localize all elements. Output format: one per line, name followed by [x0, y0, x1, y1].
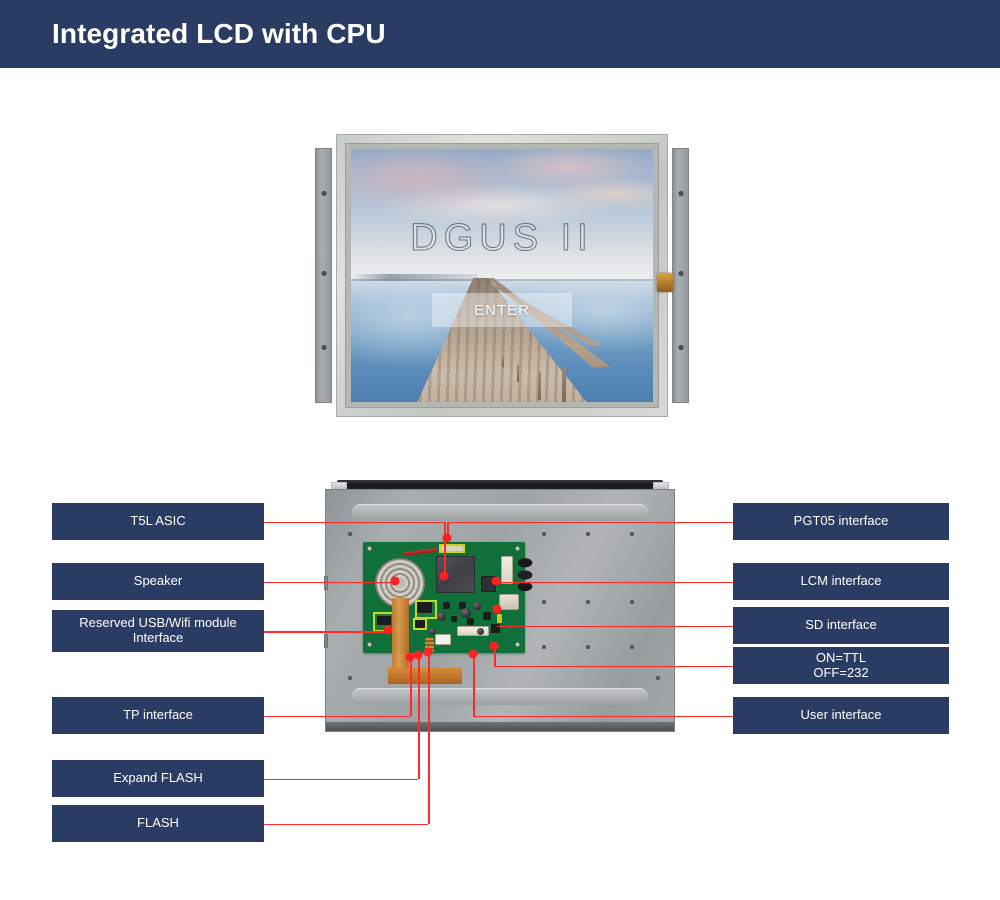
- callout-endpoint-sd-interface: [492, 604, 502, 614]
- leader-line-usb-wifi: [264, 631, 388, 633]
- screw-hole-icon: [586, 600, 590, 604]
- callout-endpoint-flash: [423, 647, 433, 657]
- screw-hole-icon: [542, 600, 546, 604]
- leader-line-t5l-asic: [264, 521, 444, 524]
- enter-button[interactable]: ENTER: [432, 293, 572, 328]
- leader-line-sd-interface: [497, 625, 733, 628]
- screw-hole-icon: [348, 532, 352, 536]
- pcb-mount-hole: [515, 546, 520, 551]
- callout-endpoint-speaker: [390, 576, 400, 586]
- flex-cable: [392, 598, 409, 676]
- splash-title: DGUS II: [410, 217, 594, 260]
- callout-endpoint-lcm-interface: [491, 576, 501, 586]
- callout-label-expand-flash[interactable]: Expand FLASH: [52, 760, 264, 797]
- callout-endpoint-ttl-232-switch: [489, 641, 499, 651]
- screw-hole-icon: [542, 645, 546, 649]
- capacitor: [437, 612, 446, 621]
- leader-line-flash: [428, 652, 430, 824]
- page-header: Integrated LCD with CPU: [0, 0, 1000, 68]
- smd-chip: [467, 618, 474, 625]
- leader-line-ttl-232-switch: [494, 665, 733, 668]
- flex-cable-bottom: [388, 668, 462, 684]
- leader-line-expand-flash: [418, 655, 420, 779]
- smd-chip: [483, 612, 491, 620]
- screw-hole-icon: [348, 676, 352, 680]
- screw-hole-icon: [678, 271, 683, 276]
- capacitor: [477, 628, 484, 635]
- callout-label-lcm-interface[interactable]: LCM interface: [733, 563, 949, 600]
- callout-label-usb-wifi[interactable]: Reserved USB/Wifi module Interface: [52, 610, 264, 652]
- callout-endpoint-pgt05-interface: [442, 533, 452, 543]
- screw-hole-icon: [630, 645, 634, 649]
- wallpaper-sky: [351, 149, 653, 281]
- screw-hole-icon: [321, 271, 326, 276]
- screw-hole-icon: [656, 676, 660, 680]
- page-title: Integrated LCD with CPU: [52, 18, 386, 49]
- callout-endpoint-expand-flash: [413, 650, 423, 660]
- callout-label-speaker[interactable]: Speaker: [52, 563, 264, 600]
- screw-hole-icon: [586, 532, 590, 536]
- screw-hole-icon: [586, 645, 590, 649]
- lcd-screen: DGUS II ENTER: [351, 149, 653, 402]
- callout-label-t5l-asic[interactable]: T5L ASIC: [52, 503, 264, 540]
- screw-hole-icon: [542, 532, 546, 536]
- smd-chip: [451, 616, 457, 622]
- capacitor: [429, 628, 436, 635]
- aux-connector: [435, 634, 451, 645]
- jumper-switch[interactable]: [497, 614, 502, 623]
- leader-line-t5l-asic: [444, 521, 446, 576]
- callout-label-tp-interface[interactable]: TP interface: [52, 697, 264, 734]
- lcd-module-back: [324, 480, 675, 745]
- leader-line-user-interface: [473, 654, 475, 716]
- leader-line-lcm-interface: [496, 581, 733, 584]
- leader-line-flash: [264, 823, 428, 826]
- sd-connector: [499, 594, 519, 610]
- mounting-ear-left: [315, 148, 332, 403]
- screw-hole-icon: [321, 345, 326, 350]
- lcd-module-front: DGUS II ENTER: [315, 134, 689, 417]
- user-connector: [457, 626, 489, 636]
- callout-endpoint-usb-wifi: [383, 625, 393, 635]
- chassis-ridge: [352, 504, 648, 521]
- callout-label-user-interface[interactable]: User interface: [733, 697, 949, 734]
- smd-chip: [417, 602, 432, 613]
- chassis-tab: [324, 634, 328, 648]
- capacitor: [461, 608, 471, 618]
- leader-line-expand-flash: [264, 778, 418, 781]
- edge-connector-icon: [657, 273, 673, 292]
- leader-line-tp-interface: [410, 657, 412, 716]
- callout-label-ttl-232-switch[interactable]: ON=TTL OFF=232: [733, 647, 949, 684]
- callout-endpoint-t5l-asic: [439, 571, 449, 581]
- screw-hole-icon: [630, 600, 634, 604]
- lcd-bezel: DGUS II ENTER: [336, 134, 668, 417]
- callout-label-sd-interface[interactable]: SD interface: [733, 607, 949, 644]
- callout-label-pgt05-interface[interactable]: PGT05 interface: [733, 503, 949, 540]
- pcb-mount-hole: [515, 642, 520, 647]
- speaker-wire: [402, 547, 438, 557]
- chassis-ridge: [352, 688, 648, 705]
- screw-hole-icon: [678, 191, 683, 196]
- lcm-connector: [501, 556, 513, 584]
- callout-endpoint-user-interface: [468, 649, 478, 659]
- cable-bundle: [515, 558, 535, 592]
- pcb-mount-hole: [367, 546, 372, 551]
- screw-hole-icon: [321, 191, 326, 196]
- capacitor: [473, 602, 481, 610]
- screw-hole-icon: [678, 345, 683, 350]
- callout-label-flash[interactable]: FLASH: [52, 805, 264, 842]
- pcb-mount-hole: [367, 642, 372, 647]
- smd-chip: [377, 616, 391, 625]
- mounting-ear-right: [672, 148, 689, 403]
- leader-line-speaker: [264, 581, 395, 584]
- screw-hole-icon: [630, 532, 634, 536]
- smd-chip: [415, 620, 425, 628]
- leader-line-user-interface: [473, 715, 733, 718]
- leader-line-tp-interface: [264, 715, 410, 718]
- leader-line-pgt05-interface: [447, 521, 733, 524]
- lcd-bezel-inner: DGUS II ENTER: [345, 143, 659, 408]
- smd-chip: [443, 602, 450, 609]
